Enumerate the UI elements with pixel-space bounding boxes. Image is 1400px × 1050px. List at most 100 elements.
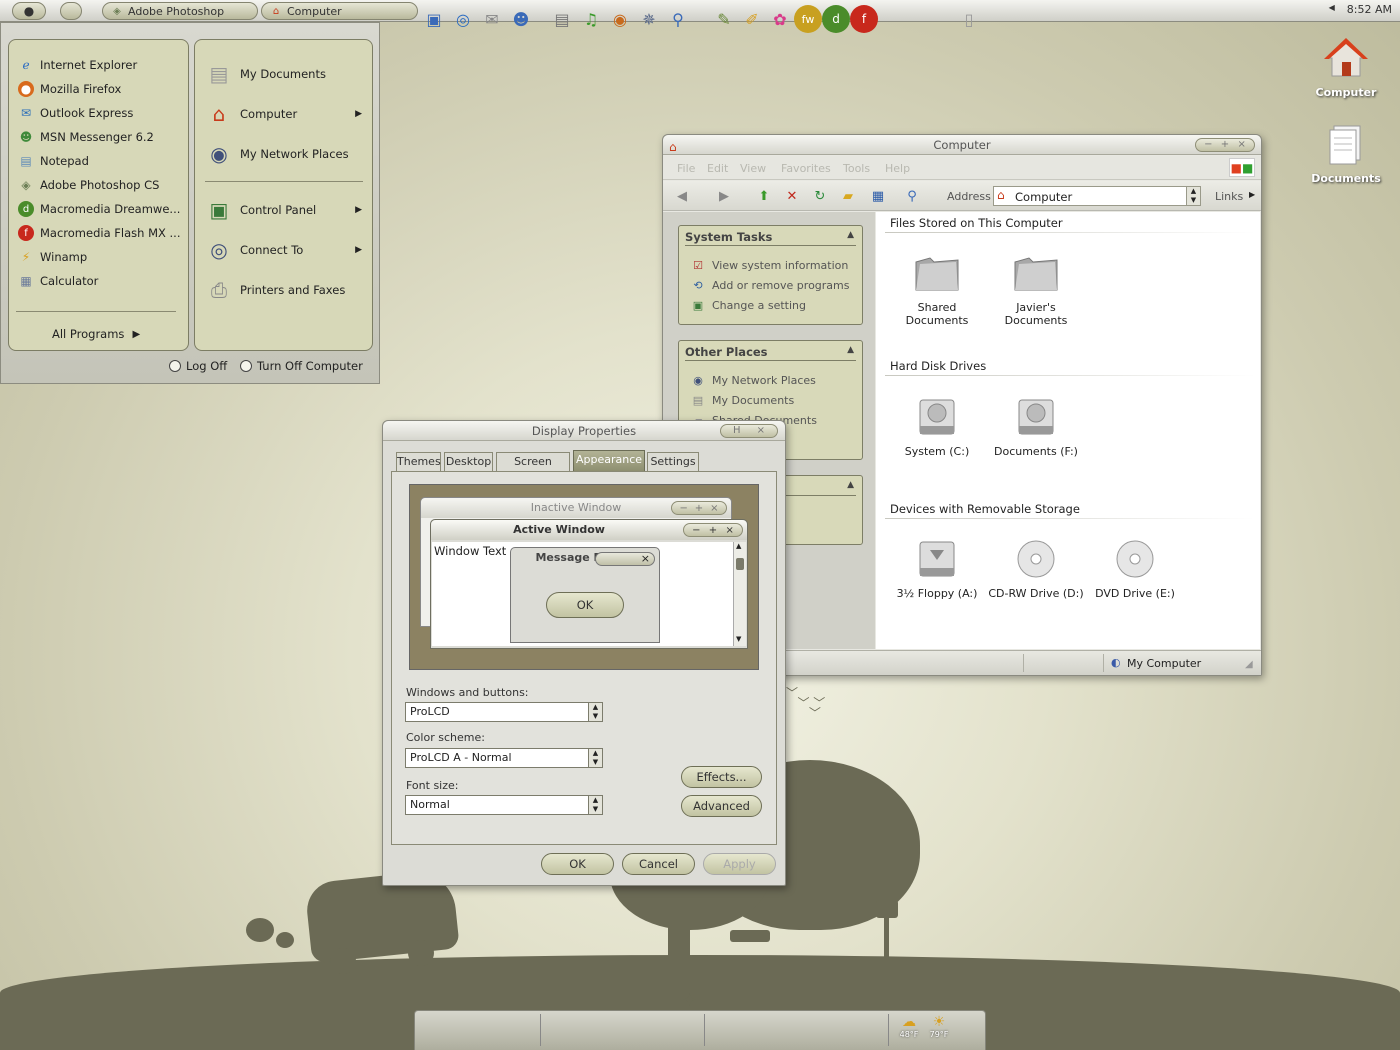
fireworks-icon[interactable]: fw [794,5,822,33]
menu-tools[interactable]: Tools [843,162,870,175]
flash-icon[interactable]: f [850,5,878,33]
pencil-app-icon[interactable]: ✎ [710,5,738,33]
other-places-header[interactable]: Other Places ▲ [685,345,856,361]
program-dreamweaver[interactable]: d Macromedia Dreamwe... [18,198,180,220]
itunes-icon[interactable]: ♫ [577,5,605,33]
tray-arrow-icon[interactable]: ◀ [1329,3,1335,16]
preview-document-icon[interactable]: ▤ [548,5,576,33]
weather-widget-2[interactable]: ☀ 79°F [925,1014,953,1039]
font-size-select[interactable]: Normal ▲ ▼ [405,795,603,815]
minimize-icon[interactable]: − [1204,135,1212,155]
collapse-chevron-icon[interactable]: ▲ [847,345,854,355]
place-connect-to[interactable]: ◎ Connect To ▶ [204,233,364,267]
collapse-chevron-icon[interactable]: ▲ [847,480,854,490]
quick-launch-button[interactable] [60,2,82,20]
weather-widget-1[interactable]: ☁ 48°F [895,1014,923,1039]
tab-screen-saver[interactable]: Screen Saver [496,452,570,486]
dreamweaver-icon[interactable]: d [822,5,850,33]
menu-edit[interactable]: Edit [707,162,728,175]
item-dvd-e[interactable]: DVD Drive (E:) [1087,533,1183,600]
taskbar-computer[interactable]: ⌂ Computer [261,2,418,20]
program-outlook-express[interactable]: ✉ Outlook Express [18,102,133,124]
item-javiers-documents[interactable]: Javier's Documents [988,247,1084,327]
stop-icon[interactable]: ✕ [783,187,801,205]
refresh-icon[interactable]: ↻ [811,187,829,205]
tab-settings[interactable]: Settings [647,452,699,471]
tab-desktop[interactable]: Desktop [444,452,493,471]
mail-icon[interactable]: ✉ [478,5,506,33]
paintbrush-app-icon[interactable]: ✐ [738,5,766,33]
help-icon[interactable]: H [733,421,741,441]
place-printers-faxes[interactable]: ⎙ Printers and Faxes [204,273,364,307]
start-button[interactable]: ● [12,2,46,20]
address-dropdown-icon[interactable]: ▲ ▼ [1186,187,1200,205]
place-my-documents[interactable]: ▤ My Documents [691,391,794,409]
task-change-setting[interactable]: ▣ Change a setting [691,296,806,314]
desktop-icon-documents[interactable]: Documents [1306,120,1386,185]
back-arrow-icon[interactable]: ◀ [673,187,691,205]
all-programs-button[interactable]: All Programs ▶ [52,327,140,341]
system-tasks-header[interactable]: System Tasks ▲ [685,230,856,246]
taskbar-photoshop[interactable]: ◈ Adobe Photoshop [102,2,258,20]
item-shared-documents[interactable]: Shared Documents [889,247,985,327]
place-my-network[interactable]: ◉ My Network Places [204,137,364,171]
tab-appearance[interactable]: Appearance [573,450,645,471]
ok-button[interactable]: OK [541,853,614,875]
finder-icon[interactable]: ▣ [420,5,448,33]
log-off-button[interactable]: Log Off [169,359,227,373]
folders-icon[interactable]: ▰ [839,187,857,205]
item-documents-f[interactable]: Documents (F:) [988,391,1084,458]
collapse-chevron-icon[interactable]: ▲ [847,230,854,240]
menu-file[interactable]: File [677,162,695,175]
place-computer[interactable]: ⌂ Computer ▶ [204,97,364,131]
program-winamp[interactable]: ⚡ Winamp [18,246,87,268]
views-icon[interactable]: ▦ [869,187,887,205]
display-properties-titlebar[interactable]: Display Properties H × [383,421,785,441]
up-folder-icon[interactable]: ⬆ [755,187,773,205]
windows-buttons-select[interactable]: ProLCD ▲ ▼ [405,702,603,722]
safari-icon[interactable]: ◎ [449,5,477,33]
cancel-button[interactable]: Cancel [622,853,695,875]
explorer-titlebar[interactable]: ⌂ Computer − + × [663,135,1261,155]
program-notepad[interactable]: ▤ Notepad [18,150,89,172]
menu-help[interactable]: Help [885,162,910,175]
task-view-system-info[interactable]: ☑ View system information [691,256,848,274]
links-label[interactable]: Links [1215,190,1243,203]
tab-themes[interactable]: Themes [396,452,441,471]
program-calculator[interactable]: ▦ Calculator [18,270,98,292]
network-utility-icon[interactable]: ✵ [635,5,663,33]
clock[interactable]: 8:52 AM [1347,3,1392,16]
program-flash[interactable]: f Macromedia Flash MX ... [18,222,181,244]
place-my-network[interactable]: ◉ My Network Places [691,371,816,389]
item-floppy-a[interactable]: 3½ Floppy (A:) [889,533,985,600]
close-icon[interactable]: × [757,421,765,441]
effects-button[interactable]: Effects... [681,766,762,788]
color-scheme-select[interactable]: ProLCD A - Normal ▲ ▼ [405,748,603,768]
maximize-icon[interactable]: + [1221,135,1229,155]
desktop-icon-computer[interactable]: Computer [1306,34,1386,99]
advanced-button[interactable]: Advanced [681,795,762,817]
address-field[interactable]: ⌂ Computer ▲ ▼ [993,186,1201,206]
item-system-c[interactable]: System (C:) [889,391,985,458]
program-msn-messenger[interactable]: ☻ MSN Messenger 6.2 [18,126,154,148]
place-control-panel[interactable]: ▣ Control Panel ▶ [204,193,364,227]
task-add-remove-programs[interactable]: ⟲ Add or remove programs [691,276,849,294]
trash-icon[interactable]: ▯ [955,5,983,33]
menu-view[interactable]: View [740,162,766,175]
apply-button[interactable]: Apply [703,853,776,875]
search-icon[interactable]: ⚲ [903,187,921,205]
program-mozilla-firefox[interactable]: ● Mozilla Firefox [18,78,121,100]
flower-app-icon[interactable]: ✿ [766,5,794,33]
sherlock-search-icon[interactable]: ⚲ [664,5,692,33]
close-icon[interactable]: × [1237,135,1245,155]
item-cdrw-d[interactable]: CD-RW Drive (D:) [988,533,1084,600]
forward-arrow-icon[interactable]: ▶ [715,187,733,205]
menu-favorites[interactable]: Favorites [781,162,831,175]
dvd-player-icon[interactable]: ◉ [606,5,634,33]
place-my-documents[interactable]: ▤ My Documents [204,57,364,91]
resize-grip-icon[interactable]: ◢ [1245,659,1253,670]
program-photoshop[interactable]: ◈ Adobe Photoshop CS [18,174,159,196]
program-internet-explorer[interactable]: ℯ Internet Explorer [18,54,137,76]
turn-off-button[interactable]: Turn Off Computer [240,359,363,373]
ichat-icon[interactable]: ☻ [507,5,535,33]
